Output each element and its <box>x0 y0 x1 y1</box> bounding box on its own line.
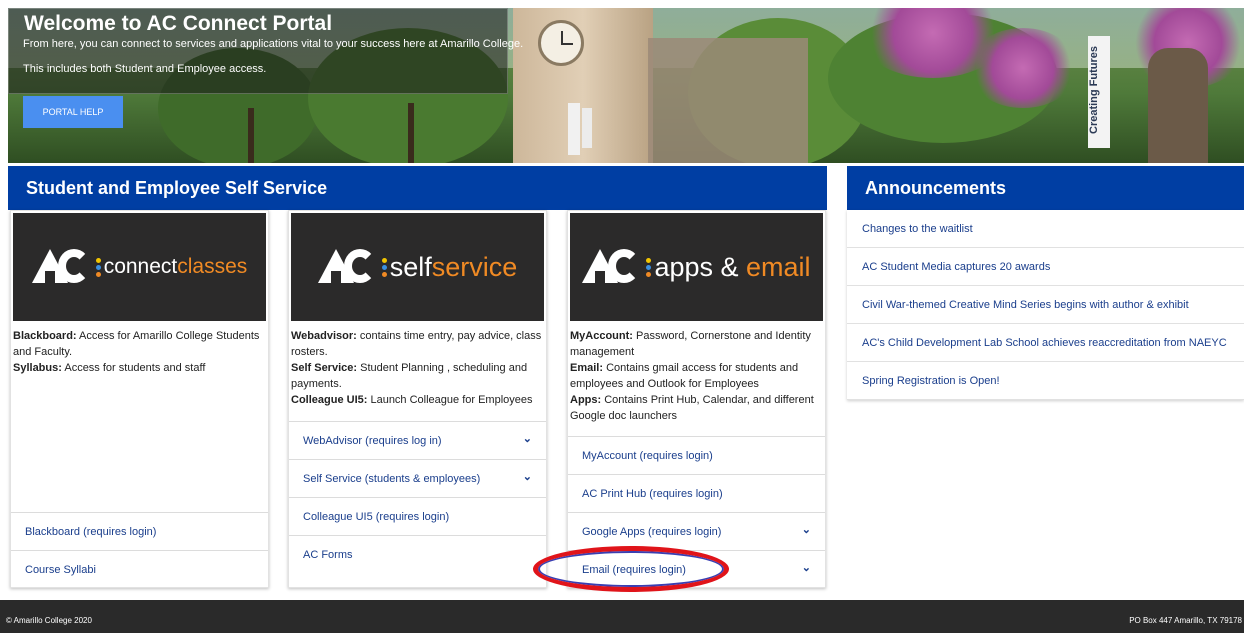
ac-print-hub-link[interactable]: AC Print Hub (requires login) <box>568 474 825 512</box>
logo-dots-icon <box>95 257 101 277</box>
logo-text: selfservice <box>389 251 518 282</box>
card-description: MyAccount: Password, Cornerstone and Ide… <box>570 330 814 422</box>
colleague-ui5-link[interactable]: Colleague UI5 (requires login) <box>289 497 546 535</box>
connectclasses-card: connectclasses Blackboard: Access for Am… <box>10 210 269 588</box>
chevron-down-icon[interactable]: ⌄ <box>802 523 811 536</box>
blackboard-link[interactable]: Blackboard (requires login) <box>11 512 268 550</box>
tree-trunk <box>248 108 254 163</box>
hero-description: From here, you can connect to services a… <box>23 38 524 50</box>
hero-banner: Creating Futures Welcome to AC Connect P… <box>8 8 1244 163</box>
apps-email-logo[interactable]: apps & email <box>570 213 823 321</box>
chevron-down-icon[interactable]: ⌄ <box>523 470 532 483</box>
ac-logo-icon <box>31 247 92 287</box>
tree-trunk <box>1148 48 1208 163</box>
tree-trunk <box>408 103 414 163</box>
selfservice-card: selfservice Webadvisor: contains time en… <box>288 210 547 588</box>
ac-logo-icon <box>582 247 642 287</box>
hero-description: This includes both Student and Employee … <box>23 63 267 75</box>
apps-email-card: apps & email MyAccount: Password, Corner… <box>567 210 826 588</box>
connectclasses-logo[interactable]: connectclasses <box>13 213 266 321</box>
announcements-heading: Announcements <box>847 166 1244 210</box>
card-description: Blackboard: Access for Amarillo College … <box>13 330 260 374</box>
address-text: PO Box 447 Amarillo, TX 79178 <box>1129 616 1242 625</box>
footer: © Amarillo College 2020 PO Box 447 Amari… <box>0 600 1244 633</box>
chevron-down-icon[interactable]: ⌄ <box>802 561 811 574</box>
portal-page: Creating Futures Welcome to AC Connect P… <box>0 0 1244 633</box>
logo-text: apps & email <box>654 251 811 282</box>
announcements-list: Changes to the waitlist AC Student Media… <box>847 210 1244 400</box>
myaccount-link[interactable]: MyAccount (requires login) <box>568 436 825 474</box>
hero-flag <box>582 108 592 148</box>
google-apps-accordion[interactable]: Google Apps (requires login) ⌄ <box>568 512 825 550</box>
self-service-heading: Student and Employee Self Service <box>8 166 827 210</box>
announcement-item[interactable]: AC's Child Development Lab School achiev… <box>847 324 1244 362</box>
course-syllabi-link[interactable]: Course Syllabi <box>11 550 268 588</box>
logo-dots-icon <box>381 257 387 277</box>
clock-tower <box>538 20 584 66</box>
copyright-text: © Amarillo College 2020 <box>6 616 92 625</box>
email-highlight-ellipse <box>533 546 729 592</box>
selfservice-logo[interactable]: selfservice <box>291 213 544 321</box>
card-description: Webadvisor: contains time entry, pay adv… <box>291 330 542 406</box>
hero-flag <box>568 103 580 155</box>
announcement-item[interactable]: Civil War-themed Creative Mind Series be… <box>847 286 1244 324</box>
creating-futures-banner: Creating Futures <box>1088 36 1110 148</box>
redbud-blossoms <box>968 28 1078 108</box>
portal-help-button[interactable]: PORTAL HELP <box>23 96 123 128</box>
webadvisor-accordion[interactable]: WebAdvisor (requires log in) ⌄ <box>289 421 546 459</box>
page-title: Welcome to AC Connect Portal <box>24 12 333 35</box>
announcement-item[interactable]: AC Student Media captures 20 awards <box>847 248 1244 286</box>
self-service-accordion[interactable]: Self Service (students & employees) ⌄ <box>289 459 546 497</box>
ac-forms-link[interactable]: AC Forms <box>289 535 546 573</box>
hero-brick-building <box>648 38 808 163</box>
ac-logo-icon <box>317 247 378 287</box>
announcement-item[interactable]: Spring Registration is Open! <box>847 362 1244 400</box>
logo-text: connectclasses <box>103 255 248 278</box>
announcement-item[interactable]: Changes to the waitlist <box>847 210 1244 248</box>
logo-dots-icon <box>646 257 652 277</box>
chevron-down-icon[interactable]: ⌄ <box>523 432 532 445</box>
